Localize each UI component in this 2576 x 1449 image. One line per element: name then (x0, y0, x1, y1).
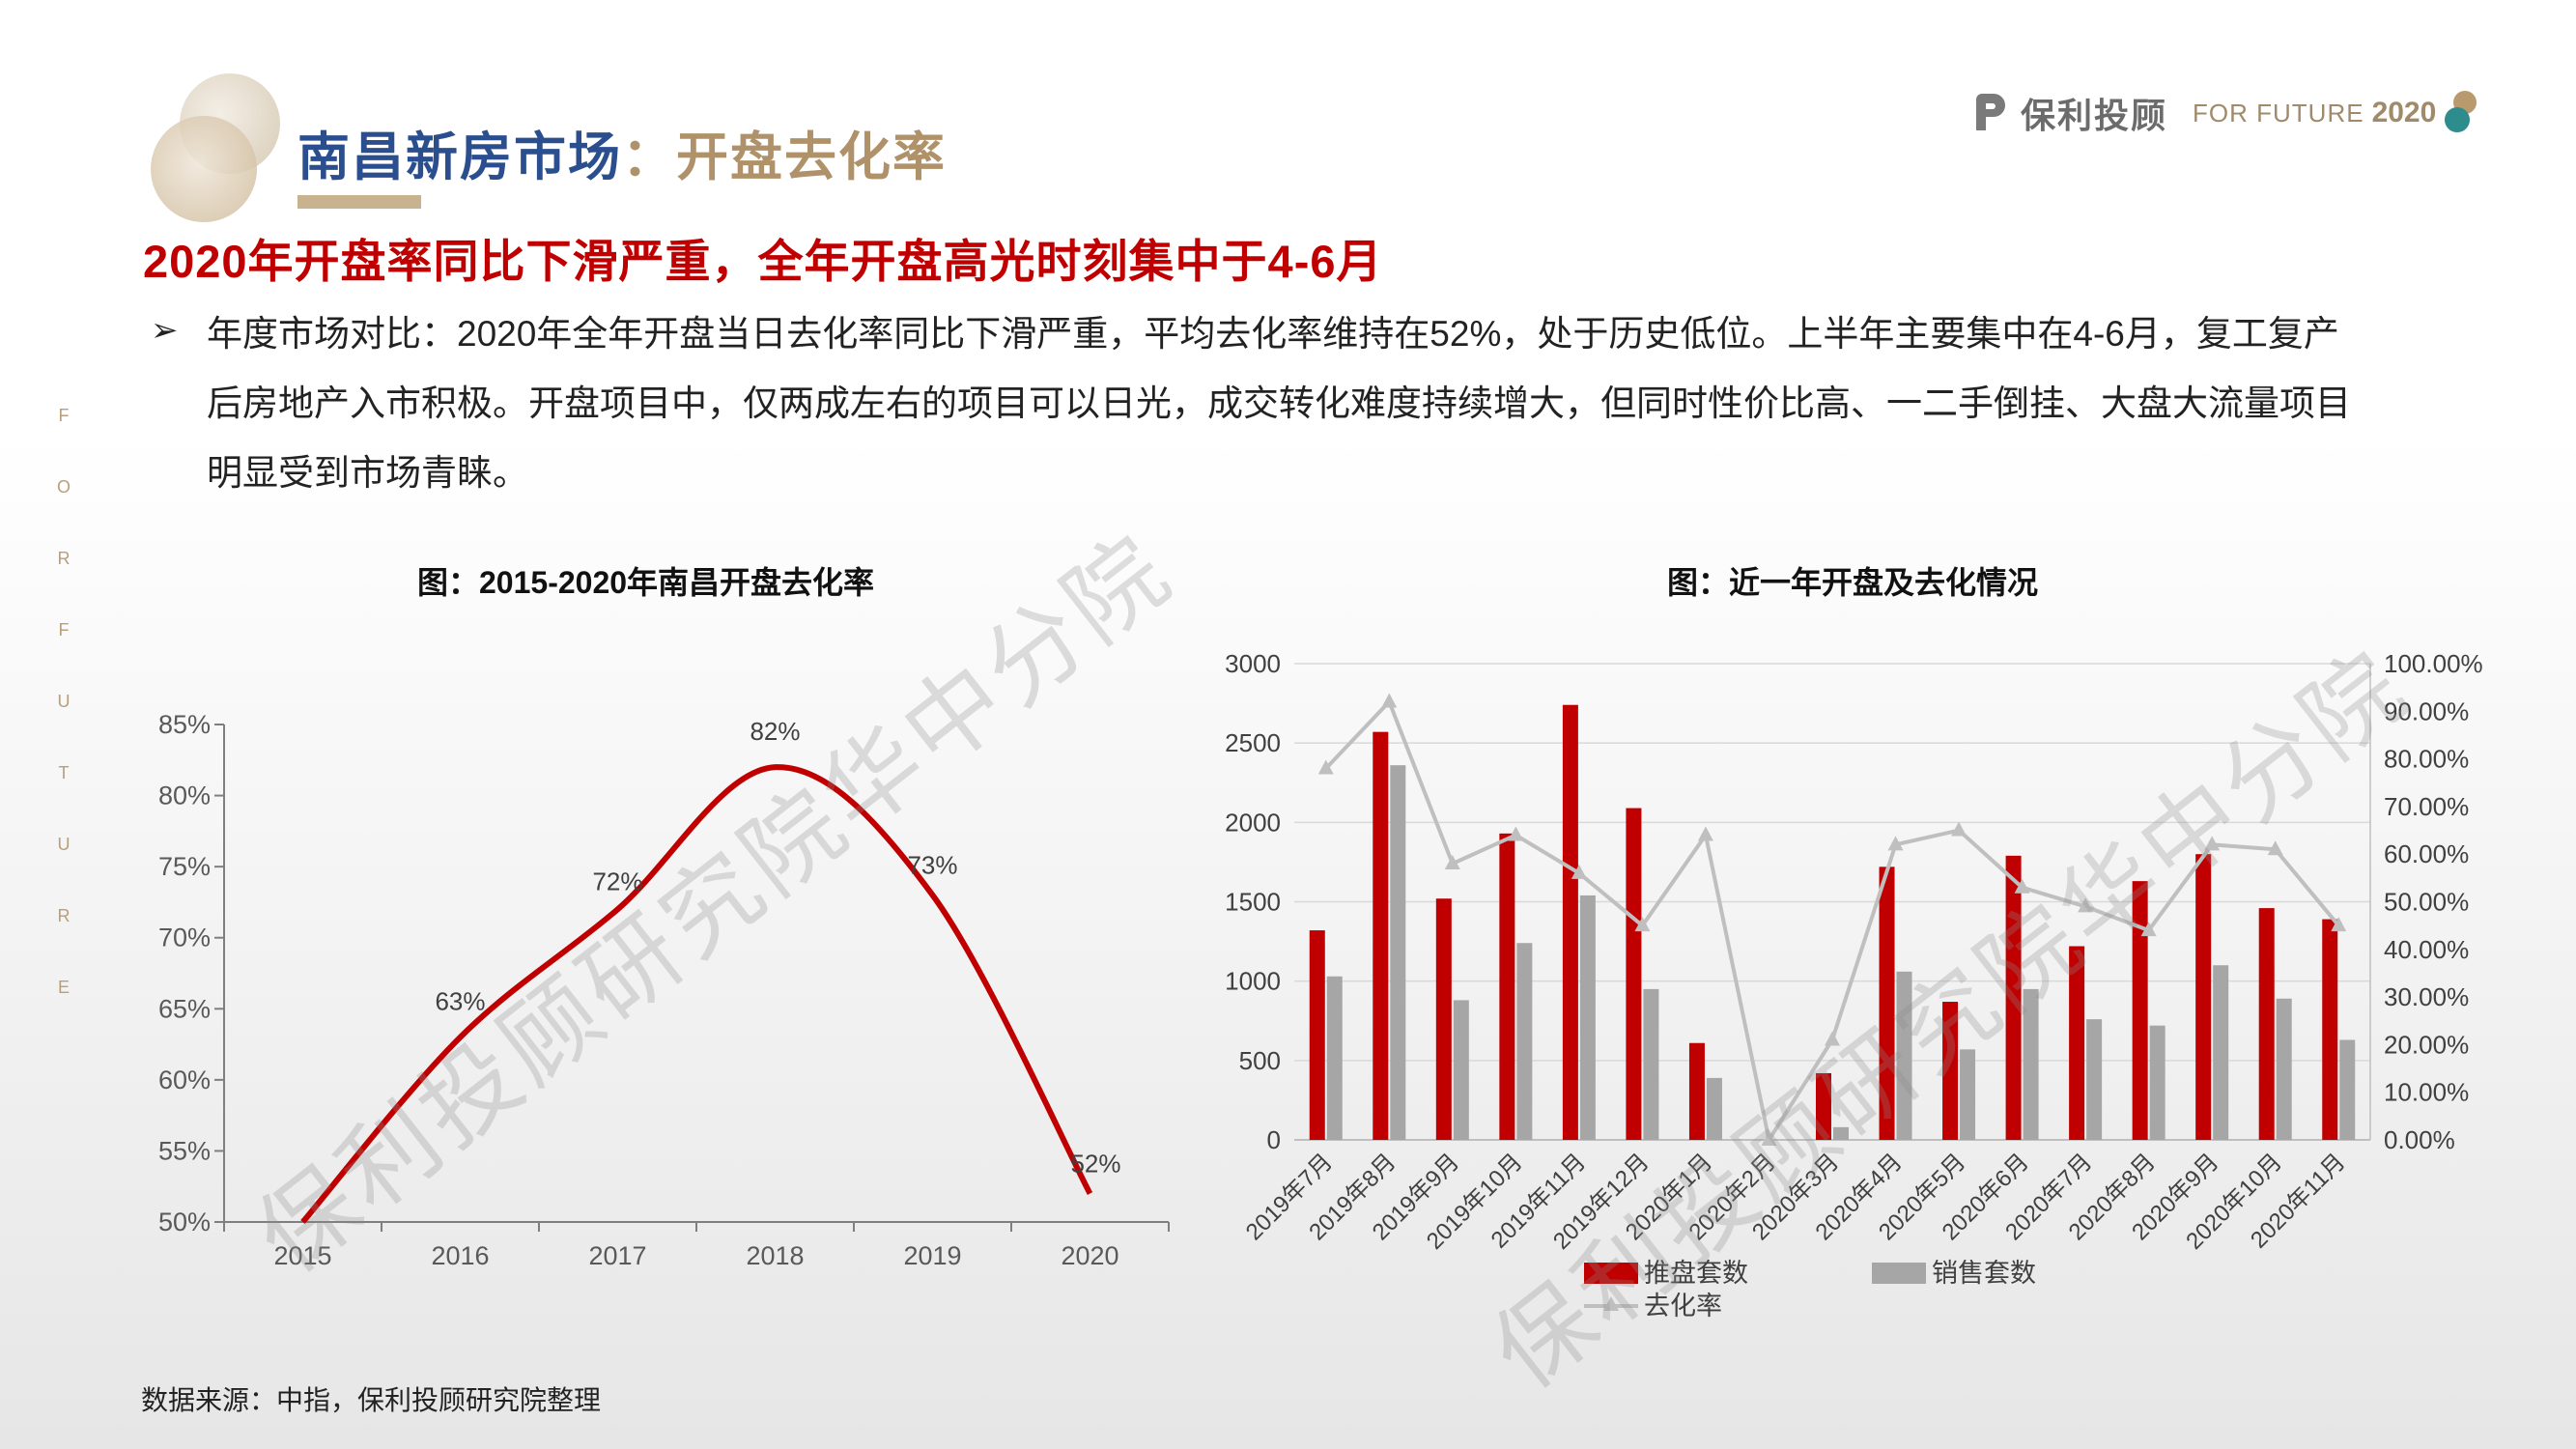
rate-marker (1697, 826, 1713, 841)
page-title: 南昌新房市场：开盘去化率 (297, 114, 947, 190)
side-vertical-text: F O R F U T U R E (54, 406, 73, 1049)
chart-title-right: 图：近一年开盘及去化情况 (1667, 565, 2039, 600)
x-tick-label: 2016 (431, 1241, 489, 1270)
y-right-tick-label: 50.00% (2384, 888, 2469, 917)
y-tick-label: 55% (158, 1136, 211, 1165)
bar-push (1373, 731, 1389, 1140)
bar-sales (1643, 988, 1659, 1140)
x-tick-label: 2020 (1061, 1241, 1118, 1270)
y-left-tick-label: 3000 (1225, 649, 1281, 678)
data-source: 数据来源：中指，保利投顾研究院整理 (141, 1385, 602, 1415)
brand-year: 2020 (2371, 97, 2437, 128)
bar-sales (1326, 976, 1343, 1140)
y-tick-label: 60% (158, 1065, 211, 1094)
brand-dots-icon (2445, 91, 2477, 132)
side-letter: R (57, 906, 71, 925)
y-right-tick-label: 40.00% (2384, 935, 2469, 964)
y-left-tick-label: 2500 (1225, 728, 1281, 757)
y-right-tick-label: 20.00% (2384, 1030, 2469, 1059)
bar-push (2322, 919, 2338, 1140)
bar-sales (1516, 943, 1533, 1140)
side-letter: U (57, 835, 71, 854)
y-tick-label: 75% (158, 852, 211, 881)
data-label: 52% (1070, 1150, 1120, 1179)
bar-push (1499, 833, 1515, 1140)
page-title-sub: ：开盘去化率 (622, 128, 947, 186)
bullet-line: 明显受到市场青睐。 (207, 453, 528, 493)
side-letter: T (58, 763, 70, 782)
y-right-tick-label: 30.00% (2384, 982, 2469, 1011)
side-letter: F (58, 406, 70, 425)
bar-sales (2086, 1019, 2103, 1140)
y-left-tick-label: 0 (1267, 1125, 1281, 1154)
legend-label-sales: 销售套数 (1932, 1259, 2036, 1288)
y-left-tick-label: 1000 (1225, 967, 1281, 996)
side-letter: F (58, 620, 70, 639)
y-right-tick-label: 70.00% (2384, 792, 2469, 821)
y-tick-label: 65% (158, 994, 211, 1023)
bar-push (1562, 704, 1578, 1140)
y-tick-label: 70% (158, 923, 211, 952)
bar-push (1435, 898, 1452, 1140)
brand-mark-icon (1976, 94, 2005, 130)
y-right-tick-label: 100.00% (2384, 649, 2483, 678)
y-right-tick-label: 0.00% (2384, 1125, 2455, 1154)
side-letter: E (57, 978, 70, 997)
headline: 2020年开盘率同比下滑严重，全年开盘高光时刻集中于4-6月 (143, 236, 1383, 287)
brand-tagline: FOR FUTURE (2193, 98, 2364, 128)
bullet-paragraph: 年度市场对比：2020年全年开盘当日去化率同比下滑严重，平均去化率维持在52%，… (207, 299, 2486, 508)
y-left-tick-label: 500 (1239, 1046, 1281, 1075)
x-tick-label: 2018 (746, 1241, 804, 1270)
y-tick-label: 85% (158, 710, 211, 739)
bar-push (2258, 908, 2275, 1140)
rate-marker (1951, 821, 1967, 837)
y-right-tick-label: 60.00% (2384, 839, 2469, 868)
bar-sales (1453, 1000, 1469, 1140)
y-tick-label: 80% (158, 781, 211, 810)
bar-sales (2149, 1025, 2166, 1140)
y-left-tick-label: 1500 (1225, 888, 1281, 917)
x-tick-label: 2017 (588, 1241, 646, 1270)
bar-push (1309, 930, 1325, 1140)
bar-sales (1579, 895, 1596, 1140)
y-right-tick-label: 10.00% (2384, 1078, 2469, 1107)
rate-marker (1381, 693, 1398, 708)
bar-sales (2213, 965, 2229, 1140)
brand-logo: 保利投顾 FOR FUTURE 2020 (1970, 79, 2477, 147)
bar-push (1626, 808, 1642, 1140)
bar-sales (1390, 765, 1406, 1140)
page-title-main: 南昌新房市场 (297, 128, 622, 186)
legend-swatch-sales (1872, 1263, 1926, 1284)
x-tick-label: 2019 (903, 1241, 961, 1270)
bullet-line: 年度市场对比：2020年全年开盘当日去化率同比下滑严重，平均去化率维持在52%，… (207, 314, 2339, 354)
y-tick-label: 50% (158, 1208, 211, 1236)
y-left-tick-label: 2000 (1225, 808, 1281, 837)
data-label: 73% (907, 851, 957, 880)
chart-title-left: 图：2015-2020年南昌开盘去化率 (417, 565, 875, 600)
bullet-line: 后房地产入市积极。开盘项目中，仅两成左右的项目可以日光，成交转化难度持续增大，但… (207, 384, 2351, 423)
brand-name: 保利投顾 (2021, 96, 2168, 135)
bar-sales (2339, 1039, 2356, 1140)
bullet-arrow-icon: ➢ (151, 312, 179, 349)
bar-sales (2276, 998, 2292, 1140)
side-letter: R (57, 549, 71, 568)
side-letter: U (57, 692, 71, 711)
decorative-circle-small (151, 116, 257, 222)
title-underline (297, 195, 421, 209)
side-letter: O (56, 477, 71, 497)
